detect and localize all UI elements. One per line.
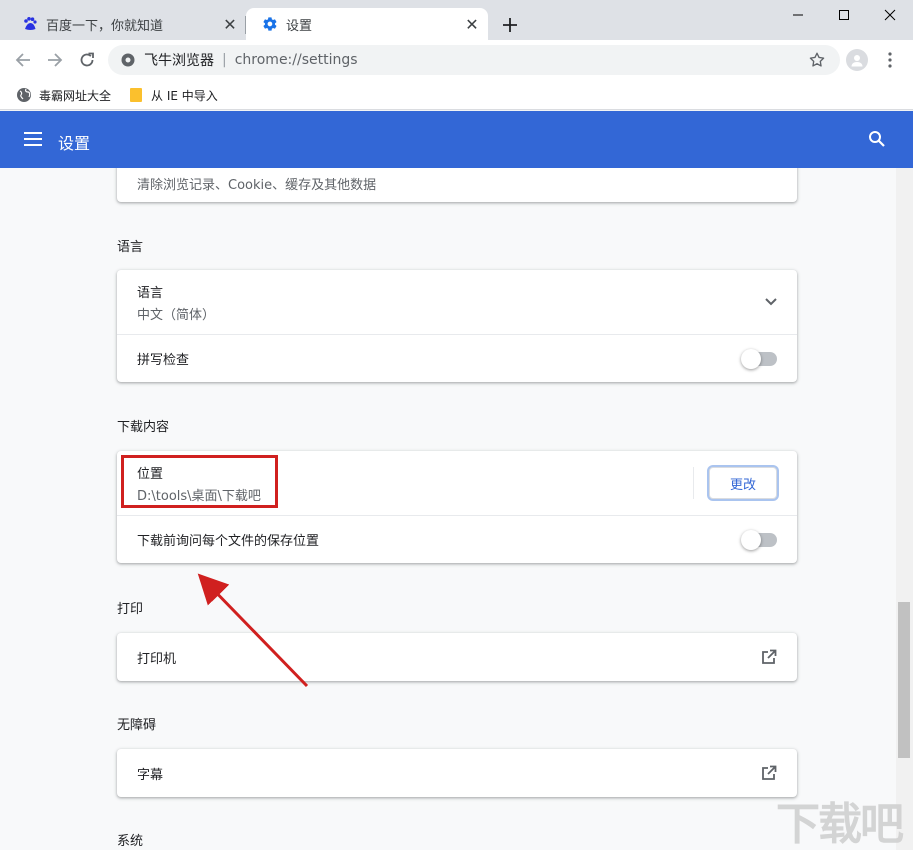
spellcheck-label: 拼写检查 [137,353,190,368]
new-tab-plus-icon[interactable] [498,13,522,37]
gear-icon [262,16,278,32]
close-icon[interactable]: ✕ [220,14,240,34]
change-button-wrap: 更改 [709,467,777,499]
scrollbar-thumb[interactable] [898,602,910,758]
settings-content: 清除浏览记录、Cookie、缓存及其他数据 语言 语言 中文（简体） 拼写检查 … [0,168,913,850]
section-title-accessibility: 无障碍 [117,718,157,733]
spellcheck-toggle-wrap [741,348,777,369]
section-title-downloads: 下载内容 [117,420,170,435]
captions-row[interactable]: 字幕 [117,749,797,797]
bookmark-label: 从 IE 中导入 [151,88,218,103]
change-location-button[interactable]: 更改 [709,467,777,499]
globe-icon [16,87,32,103]
window-close-icon[interactable] [867,0,913,30]
maximize-icon[interactable] [821,0,867,30]
ask-where-to-save-toggle[interactable] [741,529,777,550]
url-text[interactable]: chrome://settings [235,52,358,68]
tab-strip: 百度一下，你就知道 ✕ 设置 ✕ [0,0,913,40]
tab-title: 百度一下，你就知道 [46,18,164,34]
section-title-printing: 打印 [117,602,144,617]
open-in-new-icon[interactable] [761,765,777,781]
printing-card: 打印机 [117,633,797,681]
bookmark-duba[interactable]: 毒霸网址大全 [16,85,111,105]
url-separator: | [222,52,227,68]
folder-icon [128,87,144,103]
bookmark-star-icon[interactable] [808,51,826,69]
baidu-paw-icon [22,16,38,32]
row-divider [693,467,694,499]
clear-browsing-data-row[interactable]: 清除浏览记录、Cookie、缓存及其他数据 [117,168,797,202]
tab-settings[interactable]: 设置 ✕ [246,8,488,40]
tab-baidu[interactable]: 百度一下，你就知道 ✕ [6,8,246,40]
watermark: 下载吧 [776,799,904,850]
forward-arrow-icon[interactable] [43,48,67,72]
printers-label: 打印机 [137,651,177,667]
open-in-new-icon[interactable] [761,649,777,665]
section-title-system: 系统 [117,834,144,849]
language-row[interactable]: 语言 中文（简体） [117,270,797,334]
toggle-knob [741,529,761,550]
settings-header: 设置 [0,111,913,168]
search-icon[interactable] [868,130,888,150]
language-value: 中文（简体） [137,307,216,323]
close-icon[interactable]: ✕ [462,14,482,34]
section-title-language: 语言 [117,240,144,255]
page-title: 设置 [58,134,91,153]
more-vert-icon[interactable] [880,49,900,71]
language-card: 语言 中文（简体） 拼写检查 [117,270,797,382]
printers-row[interactable]: 打印机 [117,633,797,681]
spellcheck-toggle[interactable] [741,348,777,369]
bookmark-import-ie[interactable]: 从 IE 中导入 [128,85,218,105]
browser-name: 飞牛浏览器 [144,53,214,69]
toolbar: 飞牛浏览器 | chrome://settings [0,40,913,80]
toggle-knob [741,348,761,369]
bookmarks-bar: 毒霸网址大全 从 IE 中导入 [0,80,913,110]
site-info-icon[interactable] [120,52,136,68]
clear-browsing-data-sub: 清除浏览记录、Cookie、缓存及其他数据 [137,177,377,193]
language-label: 语言 [137,285,164,301]
accessibility-card: 字幕 [117,749,797,797]
ask-toggle-wrap [741,529,777,550]
hamburger-menu-icon[interactable] [24,128,46,150]
privacy-card: 清除浏览记录、Cookie、缓存及其他数据 [117,168,797,202]
back-arrow-icon[interactable] [11,48,35,72]
minimize-icon[interactable] [775,0,821,30]
tab-title: 设置 [286,18,313,34]
ask-where-to-save-row[interactable]: 下载前询问每个文件的保存位置 [117,515,797,563]
ask-where-to-save-label: 下载前询问每个文件的保存位置 [137,534,320,549]
expand-more-icon[interactable] [765,298,777,306]
bookmark-label: 毒霸网址大全 [39,88,112,103]
arrow-right-icon [769,168,777,169]
reload-icon[interactable] [75,48,99,72]
address-bar[interactable]: 飞牛浏览器 | chrome://settings [108,45,840,75]
annotation-highlight-box [121,455,278,508]
profile-avatar-icon[interactable] [846,49,868,71]
scrollbar[interactable] [896,168,913,850]
captions-label: 字幕 [137,767,164,783]
spellcheck-row[interactable]: 拼写检查 [117,334,797,382]
